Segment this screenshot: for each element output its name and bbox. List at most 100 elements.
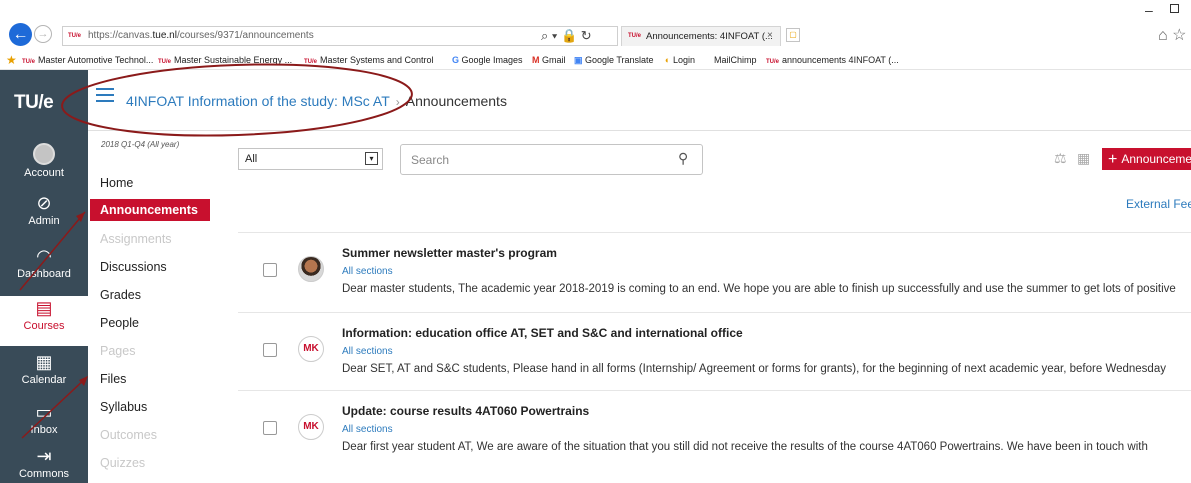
course-nav-pages: Pages [100,344,136,358]
browser-tab[interactable]: TU/e Announcements: 4INFOAT (... × [621,26,781,46]
lock-icon[interactable]: ⚖ [1054,150,1067,167]
home-favorites-icons[interactable]: ⌂ ☆ [1158,25,1186,45]
author-avatar[interactable]: MK [298,414,324,440]
tab-title: Announcements: 4INFOAT (... [646,31,773,42]
search-icon[interactable]: ⚲ [678,150,688,167]
course-nav-discussions[interactable]: Discussions [100,260,167,274]
tue-logo[interactable]: TU/e [14,92,54,114]
announcement-preview: Dear SET, AT and S&C students, Please ha… [342,363,1166,375]
breadcrumb: 4INFOAT Information of the study: MSc AT… [126,93,507,109]
global-nav-label: Commons [18,468,70,480]
tue-favicon-icon: TU/e [304,59,318,65]
announcement-preview: Dear first year student AT, We are aware… [342,441,1148,453]
url-domain: tue.nl [152,30,177,41]
favorite-link[interactable]: ▣ Google Translate [574,55,654,66]
course-nav-outcomes: Outcomes [100,428,157,442]
chevron-down-icon[interactable]: ▾ [365,152,378,165]
inbox-icon: ▭ [35,402,53,422]
dashboard-icon: ◠ [36,246,52,266]
global-nav-courses[interactable]: ▤ Courses [0,296,88,346]
announcement-sections-link[interactable]: All sections [342,424,393,435]
announcement-title[interactable]: Information: education office AT, SET an… [342,326,743,340]
window-minimize-button[interactable]: – [1145,2,1153,18]
favorite-link[interactable]: TU/e Master Sustainable Energy ... [158,55,292,65]
forward-button[interactable]: → [34,25,52,43]
address-bar-icons[interactable]: ⌕ ▾ 🔒 ↻ [541,28,592,44]
admin-icon: ⊘ [36,193,52,213]
favorite-link[interactable]: TU/e Master Automotive Technol... [22,55,153,65]
announcement-checkbox[interactable] [263,343,277,357]
translate-icon: ▣ [574,55,586,65]
global-nav-admin[interactable]: ⊘ Admin [0,191,88,241]
announcement-checkbox[interactable] [263,263,277,277]
search-input[interactable] [411,153,651,167]
course-nav-quizzes: Quizzes [100,456,146,470]
announcement-preview: Dear master students, The academic year … [342,283,1176,295]
global-nav-label: Dashboard [17,268,71,280]
courses-icon: ▤ [35,298,53,318]
global-nav-dashboard[interactable]: ◠ Dashboard [0,244,88,294]
breadcrumb-current: Announcements [405,93,507,109]
favorites-bar: ★ TU/e Master Automotive Technol... TU/e M… [0,50,1191,70]
course-nav-people[interactable]: People [100,316,139,330]
breadcrumb-separator: › [395,95,400,109]
course-menu-toggle-icon[interactable] [96,88,114,102]
favorites-star-icon[interactable]: ★ [6,53,17,67]
global-nav-inbox[interactable]: ▭ Inbox [0,400,88,450]
address-url[interactable]: https://canvas.tue.nl/courses/9371/annou… [88,30,314,41]
add-announcement-label: Announcement [1121,152,1191,166]
global-nav-calendar[interactable]: ▦ Calendar [0,350,88,400]
header-divider [88,130,1191,131]
announcement-checkbox[interactable] [263,421,277,435]
global-nav: TU/e Account ⊘ Admin ◠ Dashboard ▤ Cours… [0,70,88,483]
favorite-link[interactable]: G Google Images [452,55,523,65]
tue-favicon-icon: TU/e [22,59,36,65]
site-favicon-icon: TU/e [68,33,82,39]
trash-icon[interactable]: ▦ [1077,150,1090,167]
tue-favicon-icon: TU/e [158,59,172,65]
favorite-link[interactable]: TU/e announcements 4INFOAT (... [766,55,899,65]
announcement-sections-link[interactable]: All sections [342,266,393,277]
tab-favicon-icon: TU/e [628,33,642,39]
favorite-link[interactable]: MailChimp [714,55,757,65]
author-avatar[interactable] [298,256,324,282]
announcement-row[interactable]: MK Update: course results 4AT060 Powertr… [238,390,1191,466]
announcement-title[interactable]: Summer newsletter master's program [342,246,557,260]
commons-icon: ⇥ [36,446,52,466]
course-nav-assignments: Assignments [100,232,172,246]
global-nav-account[interactable]: Account [0,140,88,190]
calendar-icon: ▦ [35,352,53,372]
breadcrumb-course-link[interactable]: 4INFOAT Information of the study: MSc AT [126,93,390,109]
global-nav-label: Calendar [21,374,67,386]
new-tab-button[interactable]: ▢ [786,28,800,42]
favorite-link[interactable]: TU/e Master Systems and Control [304,55,434,65]
announcement-row[interactable]: Summer newsletter master's program All s… [238,232,1191,308]
course-nav-announcements[interactable]: Announcements [90,199,210,221]
course-nav-home[interactable]: Home [100,176,133,190]
filter-value: All [245,153,258,165]
announcement-row[interactable]: MK Information: education office AT, SET… [238,312,1191,388]
browser-titlebar: ← → TU/e https://canvas.tue.nl/courses/9… [0,0,1191,50]
course-nav-syllabus[interactable]: Syllabus [100,400,147,414]
section-filter-select[interactable]: All ▾ [238,148,383,170]
favorite-link[interactable]: ◐ Login [665,55,695,65]
external-feeds-link[interactable]: External Feeds [1126,197,1191,211]
course-nav-grades[interactable]: Grades [100,288,141,302]
window-maximize-button[interactable] [1170,4,1179,13]
login-icon: ◐ [665,55,673,65]
author-avatar[interactable]: MK [298,336,324,362]
url-path: /courses/9371/announcements [176,30,314,41]
tab-close-icon[interactable]: × [767,30,773,41]
search-field[interactable]: ⚲ [400,144,703,175]
add-announcement-button[interactable]: +Announcement [1102,148,1191,170]
announcement-title[interactable]: Update: course results 4AT060 Powertrain… [342,404,589,418]
global-nav-commons[interactable]: ⇥ Commons [0,444,88,483]
course-nav-files[interactable]: Files [100,372,126,386]
account-icon [33,143,55,165]
course-term: 2018 Q1-Q4 (All year) [101,140,180,149]
global-nav-label: Courses [23,320,65,332]
address-bar[interactable]: TU/e https://canvas.tue.nl/courses/9371/… [62,26,618,46]
favorite-link[interactable]: M Gmail [532,55,566,65]
back-button[interactable]: ← [9,23,32,46]
announcement-sections-link[interactable]: All sections [342,346,393,357]
